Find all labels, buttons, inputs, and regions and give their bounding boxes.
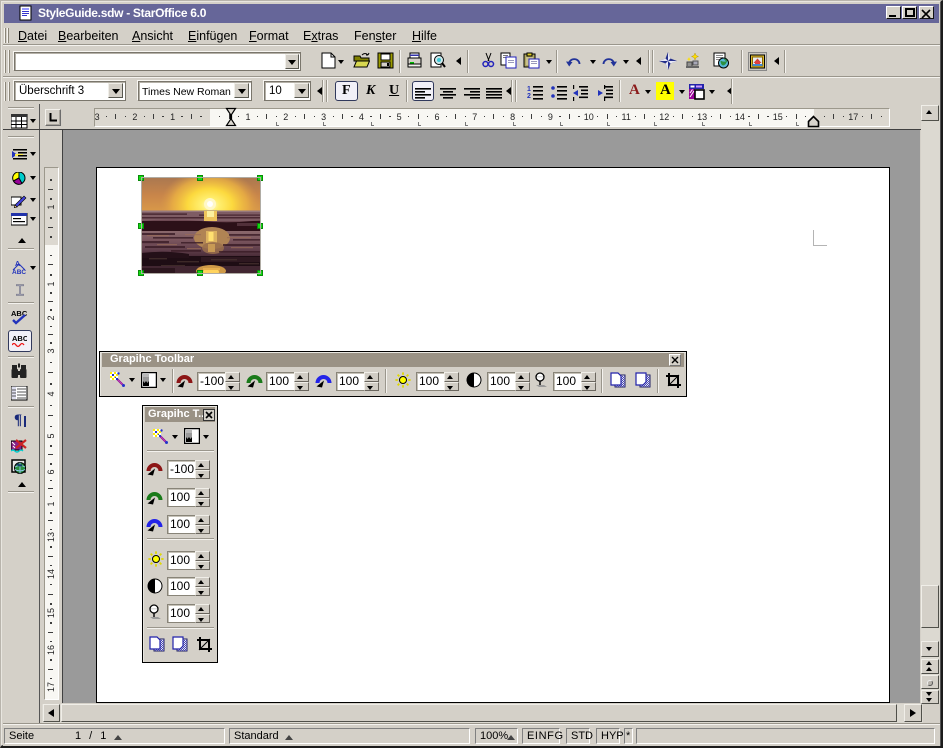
svg-text:2: 2 bbox=[527, 93, 531, 100]
svg-text:ABC: ABC bbox=[12, 334, 27, 343]
svg-text:ABC: ABC bbox=[12, 269, 26, 275]
svg-text:1: 1 bbox=[527, 86, 531, 93]
